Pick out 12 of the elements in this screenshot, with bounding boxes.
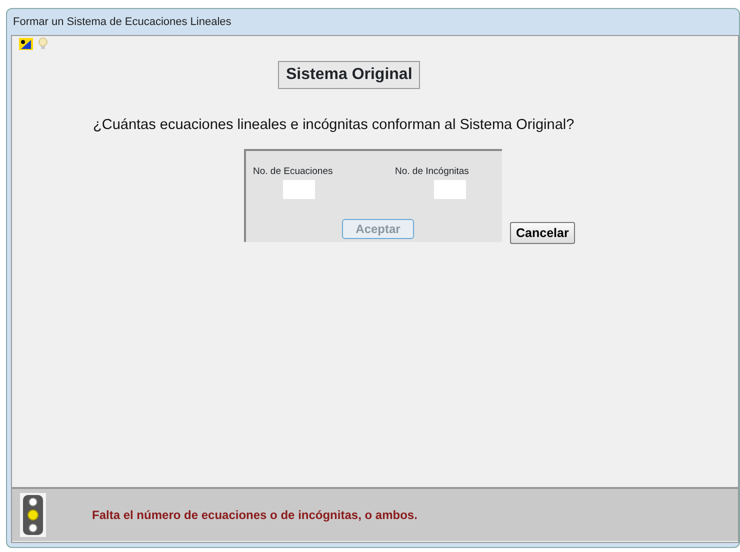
cancel-button[interactable]: Cancelar: [510, 222, 575, 244]
field-label: No. de Incógnitas: [395, 165, 469, 180]
traffic-light-icon: [20, 493, 46, 537]
chart-icon[interactable]: [18, 36, 34, 50]
window-title: Formar un Sistema de Ecucaciones Lineales: [12, 15, 232, 30]
field-label: No. de Ecuaciones: [253, 165, 333, 180]
status-message: Falta el número de ecuaciones o de incógnitas, o ambos.: [92, 507, 418, 524]
lightbulb-icon[interactable]: [38, 37, 48, 50]
number-input[interactable]: [434, 180, 466, 200]
section-heading: Sistema Original: [278, 60, 420, 88]
question-text: ¿Cuántas ecuaciones lineales e incógnitas conforman al Sistema Original?: [93, 116, 576, 134]
number-input[interactable]: [283, 180, 315, 200]
